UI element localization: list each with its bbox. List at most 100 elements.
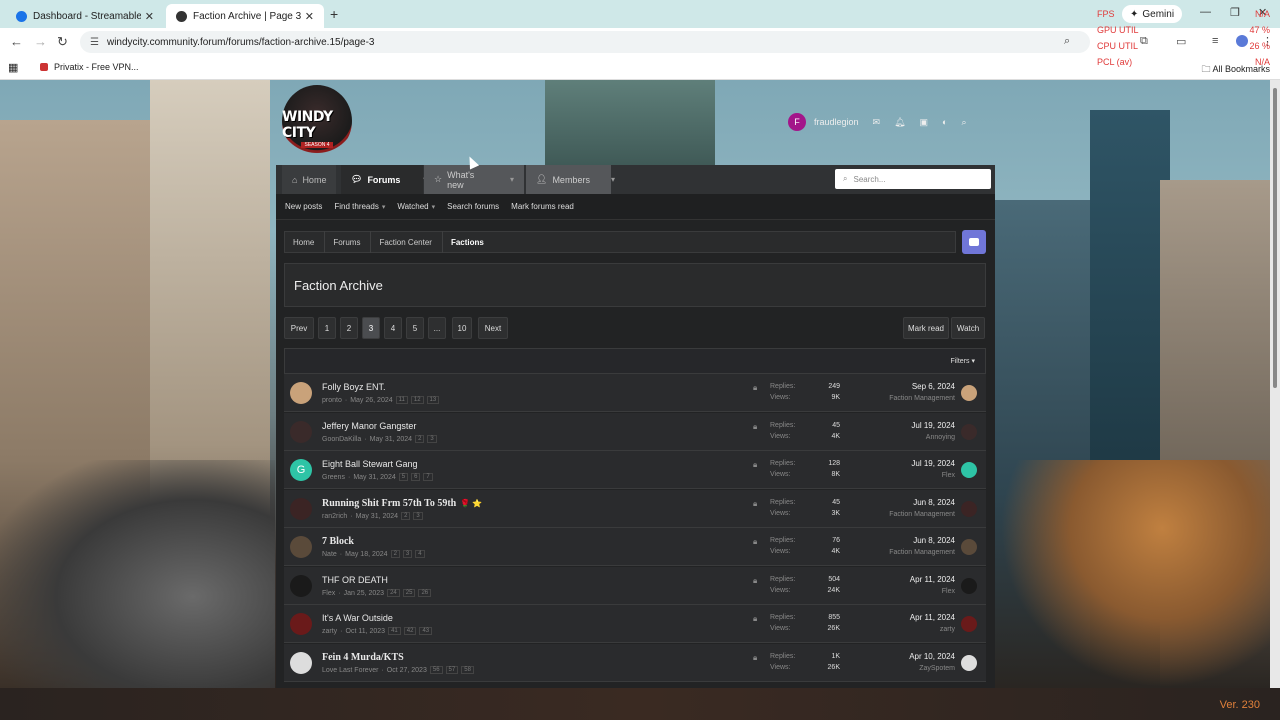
last-post-user[interactable]: Faction Management (845, 511, 955, 518)
thread-title-link[interactable]: Folly Boyz ENT. (322, 382, 386, 392)
last-post-user[interactable]: Faction Management (845, 549, 955, 556)
thread-title-link[interactable]: Jeffery Manor Gangster (322, 421, 416, 431)
mark-read-button[interactable]: Mark read (903, 317, 949, 339)
apps-grid-icon[interactable]: ▦ (8, 61, 18, 74)
new-posts-link[interactable]: New posts (285, 202, 322, 211)
page-10-button[interactable]: 10 (452, 317, 472, 339)
thread-author[interactable]: GoonDaKilla (322, 436, 361, 443)
search-forums-link[interactable]: Search forums (447, 202, 499, 211)
thread-row[interactable]: Running Shit Frm 57th To 59th 🌹 ⭐ ran2rich… (284, 490, 986, 528)
last-post-user[interactable]: ZaySpotem (845, 665, 955, 672)
thread-page-link[interactable]: 2 (390, 550, 400, 558)
thread-row[interactable]: It's A War Outside zarty · Oct 11, 2023 41 42… (284, 605, 986, 643)
thread-page-link[interactable]: 11 (395, 396, 408, 404)
nav-forums[interactable]: 💬︎ Forums ▾ (341, 165, 427, 194)
thread-page-link[interactable]: 7 (423, 473, 433, 481)
mark-forums-read-link[interactable]: Mark forums read (511, 202, 574, 211)
last-poster-avatar[interactable] (961, 578, 977, 594)
thread-page-link[interactable]: 3 (402, 550, 413, 558)
last-poster-avatar[interactable] (961, 655, 977, 671)
last-post-date[interactable]: Sep 6, 2024 (845, 382, 955, 391)
tab-faction-archive[interactable]: Faction Archive | Page 3 | Wind... ✕ (166, 4, 324, 28)
page-2-button[interactable]: 2 (340, 317, 358, 339)
thread-row[interactable]: THF OR DEATH Flex · Jan 25, 2023 24 25 26 🔒︎ Rep… (284, 567, 986, 605)
thread-author[interactable]: ran2rich (322, 513, 347, 520)
next-page-button[interactable]: Next (478, 317, 508, 339)
bookmark-icon[interactable]: ▣ (920, 117, 929, 128)
author-avatar[interactable] (290, 498, 312, 520)
thread-row[interactable]: Fein 4 Murda/KTS Love Last Forever · Oct 27… (284, 644, 986, 682)
theme-toggle-icon[interactable]: ◐ (942, 117, 947, 127)
nav-members[interactable]: 👤︎ Members ▾ (526, 165, 615, 194)
forward-icon[interactable]: → (34, 34, 47, 49)
page-4-button[interactable]: 4 (384, 317, 402, 339)
author-avatar[interactable] (290, 536, 312, 558)
thread-title-link[interactable]: It's A War Outside (322, 613, 393, 623)
find-threads-link[interactable]: Find threads ▾ (334, 202, 385, 211)
breadcrumb-forums[interactable]: Forums (325, 231, 372, 253)
inbox-icon[interactable]: ✉ (873, 117, 881, 128)
thread-title-link[interactable]: 7 Block (322, 536, 354, 547)
last-poster-avatar[interactable] (961, 385, 977, 401)
last-poster-avatar[interactable] (961, 539, 977, 555)
last-post-date[interactable]: Jun 8, 2024 (845, 498, 955, 507)
watch-button[interactable]: Watch (951, 317, 985, 339)
nav-home[interactable]: ⌂ Home (282, 165, 337, 194)
thread-title-link[interactable]: Eight Ball Stewart Gang (322, 459, 418, 469)
thread-page-link[interactable]: 43 (419, 627, 433, 635)
thread-author[interactable]: pronto (322, 397, 342, 404)
profile-avatar[interactable] (1236, 35, 1248, 47)
bell-icon[interactable]: 🔔︎ (894, 117, 905, 128)
thread-author[interactable]: Flex (322, 590, 335, 597)
thread-author[interactable]: Love Last Forever (322, 667, 378, 674)
back-icon[interactable]: ← (10, 34, 23, 49)
maximize-icon[interactable]: ❐ (1230, 6, 1240, 19)
thread-page-link[interactable]: 25 (402, 589, 416, 597)
last-post-date[interactable]: Jul 19, 2024 (845, 459, 955, 468)
thread-page-link[interactable]: 3 (413, 512, 423, 520)
thread-page-link[interactable]: 6 (411, 473, 421, 481)
close-tab-icon[interactable]: ✕ (305, 10, 314, 23)
reload-icon[interactable]: ↻ (57, 34, 68, 50)
last-post-date[interactable]: Apr 11, 2024 (845, 613, 955, 622)
breadcrumb-factions[interactable]: Factions (443, 231, 494, 253)
thread-row[interactable]: G Eight Ball Stewart Gang Greens · May 31, 2… (284, 451, 986, 489)
thread-author[interactable]: Greens (322, 474, 345, 481)
thread-page-link[interactable]: 26 (418, 589, 432, 597)
thread-title-link[interactable]: Running Shit Frm 57th To 59th 🌹 ⭐ (322, 498, 482, 509)
thread-row[interactable]: Jeffery Manor Gangster GoonDaKilla · May 31… (284, 413, 986, 451)
breadcrumb-home[interactable]: Home (285, 231, 326, 253)
thread-row[interactable]: Folly Boyz ENT. pronto · May 26, 2024 11 12 13… (284, 374, 986, 412)
thread-page-link[interactable]: 41 (388, 627, 401, 635)
last-poster-avatar[interactable] (961, 424, 977, 440)
minimize-icon[interactable]: — (1200, 6, 1211, 18)
new-tab-icon[interactable]: + (330, 6, 338, 22)
chevron-down-icon[interactable]: ▾ (611, 175, 615, 184)
last-post-date[interactable]: Jul 19, 2024 (845, 421, 955, 430)
last-poster-avatar[interactable] (961, 501, 977, 517)
thread-page-link[interactable]: 13 (426, 396, 440, 404)
page-scrollbar[interactable] (1270, 80, 1280, 688)
bookmark-privatix[interactable]: Privatix - Free VPN... (40, 62, 139, 72)
last-poster-avatar[interactable] (961, 616, 977, 632)
thread-author[interactable]: zarty (322, 628, 337, 635)
thread-row[interactable]: 7 Block Nate · May 18, 2024 2 3 4 🔒︎ Replies: Vie… (284, 528, 986, 566)
thread-title-link[interactable]: THF OR DEATH (322, 575, 388, 585)
breadcrumb-faction-center[interactable]: Faction Center (371, 231, 443, 253)
last-post-user[interactable]: Flex (845, 588, 955, 595)
tab-streamable[interactable]: Dashboard - Streamable ✕ (6, 4, 164, 28)
author-avatar[interactable] (290, 613, 312, 635)
close-tab-icon[interactable]: ✕ (145, 10, 154, 23)
author-avatar[interactable] (290, 652, 312, 674)
cast-icon[interactable]: ▭ (1176, 35, 1186, 48)
thread-page-link[interactable]: 42 (403, 627, 417, 635)
scrollbar-thumb[interactable] (1273, 88, 1277, 388)
author-avatar[interactable]: G (290, 459, 312, 481)
thread-page-link[interactable]: 56 (429, 666, 443, 674)
filters-button[interactable]: Filters ▾ (950, 357, 975, 365)
last-post-date[interactable]: Apr 10, 2024 (845, 652, 955, 661)
nav-whats-new[interactable]: ☆ What's new ▾ (424, 165, 524, 194)
last-post-user[interactable]: Annoying (845, 434, 955, 441)
author-avatar[interactable] (290, 421, 312, 443)
site-info-icon[interactable]: ☰ (90, 37, 99, 48)
